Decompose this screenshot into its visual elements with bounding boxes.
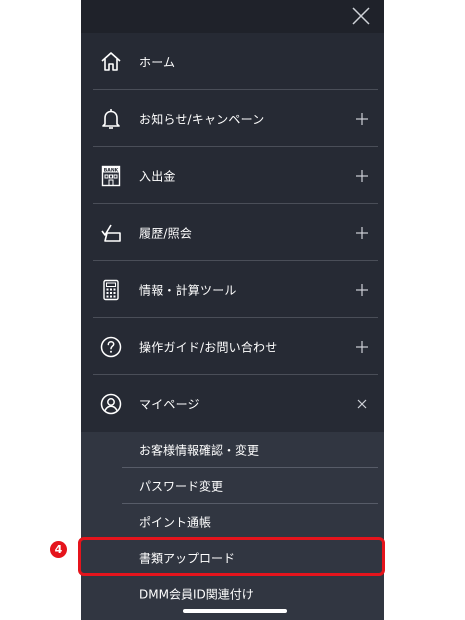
menu-item-history[interactable]: 履歴/照会 [81, 204, 384, 261]
user-icon [100, 393, 122, 414]
side-menu-panel: ホーム お知らせ/キャンペーン BANK 入出金 履歴/照会 情報・計算ツール … [81, 0, 384, 620]
menu-item-guide-contact[interactable]: 操作ガイド/お問い合わせ [81, 318, 384, 375]
expand-plus-icon[interactable] [356, 112, 368, 125]
menu-item-home[interactable]: ホーム [81, 33, 384, 90]
expand-plus-icon[interactable] [356, 283, 368, 296]
expand-plus-icon[interactable] [356, 340, 368, 353]
highlight-box [78, 537, 385, 576]
expand-plus-icon[interactable] [356, 226, 368, 239]
help-icon [100, 336, 122, 357]
menu-item-deposit-withdraw[interactable]: BANK 入出金 [81, 147, 384, 204]
menu-item-label: お知らせ/キャンペーン [139, 112, 265, 126]
home-indicator [183, 609, 287, 613]
submenu-item-label: DMM会員ID関連付け [139, 587, 254, 602]
bank-icon-text: BANK [104, 167, 119, 173]
submenu-item-label: お客様情報確認・変更 [139, 443, 260, 458]
menu-item-mypage[interactable]: マイページ [81, 375, 384, 432]
collapse-x-icon[interactable] [356, 398, 368, 410]
menu-item-tools[interactable]: 情報・計算ツール [81, 261, 384, 318]
mypage-submenu: お客様情報確認・変更 パスワード変更 ポイント通帳 書類アップロード DMM会員… [81, 432, 384, 620]
menu-item-news[interactable]: お知らせ/キャンペーン [81, 90, 384, 147]
menu-header [81, 0, 384, 33]
submenu-item-password-change[interactable]: パスワード変更 [81, 468, 384, 504]
history-icon [101, 224, 121, 242]
bell-icon [102, 108, 120, 129]
submenu-item-label: ポイント通帳 [139, 515, 212, 530]
home-icon [101, 51, 121, 71]
step-badge: 4 [50, 541, 67, 558]
menu-item-label: 入出金 [139, 169, 176, 183]
close-icon[interactable] [350, 6, 372, 26]
menu-item-label: ホーム [139, 55, 176, 69]
submenu-item-label: パスワード変更 [139, 479, 224, 494]
calculator-icon [103, 279, 119, 300]
submenu-item-point-passbook[interactable]: ポイント通帳 [81, 504, 384, 540]
menu-item-label: マイページ [139, 397, 200, 411]
bank-icon: BANK [101, 165, 121, 186]
submenu-item-customer-info[interactable]: お客様情報確認・変更 [81, 432, 384, 468]
menu-item-label: 操作ガイド/お問い合わせ [139, 340, 278, 354]
submenu-item-dmm-id-link[interactable]: DMM会員ID関連付け [81, 576, 384, 612]
menu-item-label: 履歴/照会 [139, 226, 193, 240]
menu-item-label: 情報・計算ツール [139, 283, 237, 297]
expand-plus-icon[interactable] [356, 169, 368, 182]
